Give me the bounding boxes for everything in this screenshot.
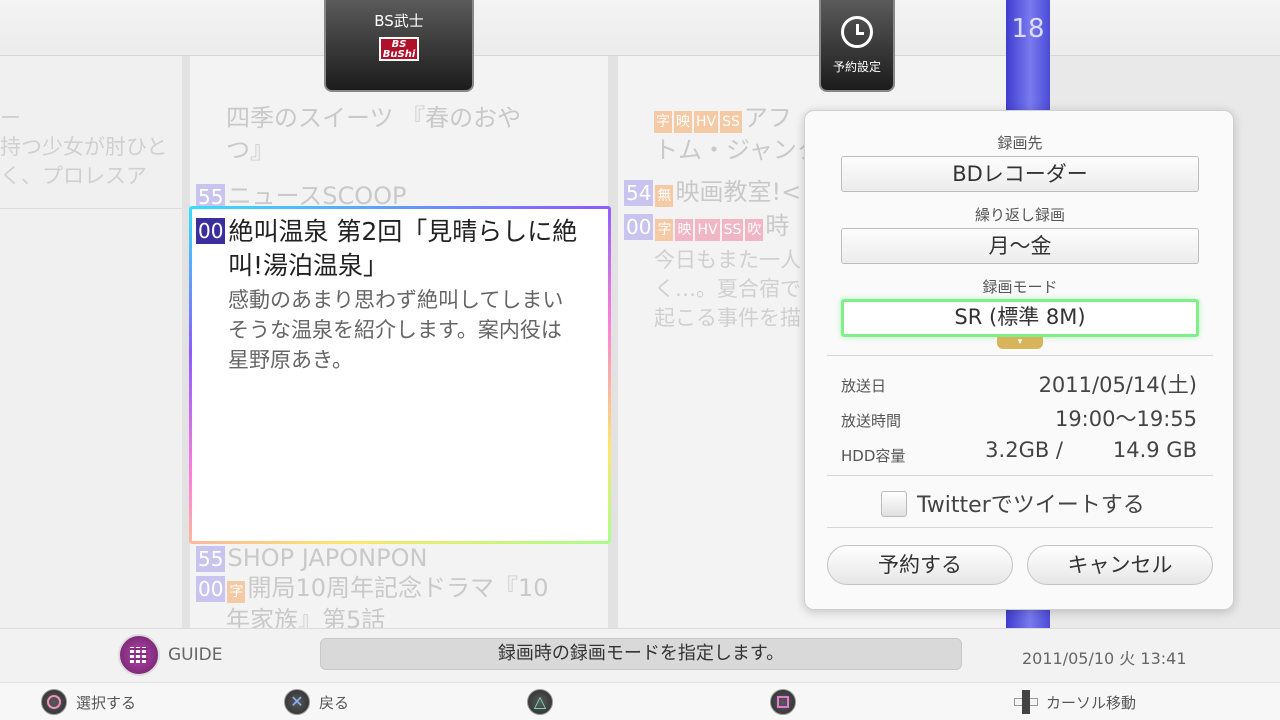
program-tag: 映 <box>675 219 694 241</box>
chevron-down-icon[interactable]: ▾ <box>997 337 1043 349</box>
program-title: アフ <box>743 104 792 132</box>
dpad-icon <box>1012 688 1040 716</box>
program-title: SHOP JAPONPON <box>227 544 428 572</box>
clock-icon <box>841 16 873 48</box>
grid-line <box>0 208 182 209</box>
program-start-minute: 54 <box>624 180 654 206</box>
reservation-settings-tab[interactable]: 予約設定 <box>819 0 895 92</box>
title-line: 叫!湯泊温泉」 <box>228 251 389 280</box>
program-start-minute: 00 <box>196 576 226 602</box>
broadcast-date-value: 2011/05/14(土) <box>1038 373 1197 397</box>
guide-label: GUIDE <box>168 645 223 665</box>
selected-program-description: 感動のあまり思わず絶叫してしまい そうな温泉を紹介します。案内役は 星野原あき。 <box>228 285 604 375</box>
program-start-minute: 55 <box>196 184 226 206</box>
repeat-recording-label: 繰り返し録画 <box>974 206 1065 224</box>
program-left-line: 持つ少女が肘ひと <box>0 135 168 159</box>
time-slot-label: 18 <box>1011 14 1045 44</box>
twitter-checkbox[interactable] <box>881 491 907 517</box>
cross-button-label: 戻る <box>319 694 350 712</box>
program-tag: 吹 <box>745 219 764 241</box>
program-tag: HV <box>694 111 719 133</box>
program-anniversary-drama[interactable]: 00 字開局10周年記念ドラマ『10 年家族』第5話 <box>196 572 606 628</box>
title-line: 絶叫温泉 第2回「見晴らしに絶 <box>228 217 578 246</box>
program-tag: SS <box>721 219 744 241</box>
program-sweets[interactable]: 四季のスイーツ 『春のおや つ』 <box>226 102 606 166</box>
channel-logo: BS BuShi <box>379 37 419 61</box>
cancel-button[interactable]: キャンセル <box>1027 545 1213 585</box>
description-line: 感動のあまり思わず絶叫してしまい <box>228 288 564 312</box>
cursor-move-label: カーソル移動 <box>1046 694 1137 712</box>
program-tag: 無 <box>655 185 674 207</box>
program-tag: 字 <box>227 581 246 603</box>
top-header-band <box>0 0 1280 56</box>
program-shop-japonpon[interactable]: 55 SHOP JAPONPON <box>196 542 606 574</box>
program-title: ニュースSCOOP <box>227 182 407 206</box>
hdd-used-value: 3.2GB / <box>985 438 1063 462</box>
description-line: そうな温泉を紹介します。案内役は <box>228 318 562 342</box>
twitter-checkbox-label[interactable]: Twitterでツイートする <box>917 487 1145 519</box>
program-title: 時 <box>765 212 790 240</box>
divider <box>827 475 1213 476</box>
program-title: 開局10周年記念ドラマ『10 <box>247 574 549 602</box>
status-message: 録画時の録画モードを指定します。 <box>320 638 962 670</box>
recording-mode-select[interactable]: SR (標準 8M) <box>841 299 1199 337</box>
selected-program-card[interactable]: 00 絶叫温泉 第2回「見晴らしに絶 叫!湯泊温泉」 感動のあまり思わず絶叫してし… <box>189 206 611 544</box>
recording-destination-select[interactable]: BDレコーダー <box>841 156 1199 192</box>
selected-program-title: 00 絶叫温泉 第2回「見晴らしに絶 <box>196 215 604 249</box>
reservation-tab-label: 予約設定 <box>832 60 881 74</box>
program-start-minute: 00 <box>196 218 226 244</box>
channel-name: BS武士 <box>374 12 424 30</box>
program-title: 年家族』第5話 <box>226 606 386 628</box>
program-tag: 映 <box>674 111 692 133</box>
reserve-button[interactable]: 予約する <box>827 545 1013 585</box>
recording-destination-label: 録画先 <box>997 134 1043 152</box>
program-start-minute: 00 <box>624 214 654 240</box>
circle-button-icon[interactable] <box>41 689 67 715</box>
channel-tab[interactable]: BS武士 BS BuShi <box>324 0 474 92</box>
description-line: 星野原あき。 <box>228 348 353 372</box>
program-tag: HV <box>695 219 720 241</box>
hdd-capacity-label: HDD容量 <box>841 447 906 465</box>
broadcast-time-value: 19:00～19:55 <box>1054 407 1197 431</box>
program-left-line: ー <box>0 106 21 130</box>
program-left-line: く、プロレスア <box>0 164 147 188</box>
repeat-recording-select[interactable]: 月～金 <box>841 228 1199 264</box>
broadcast-time-label: 放送時間 <box>841 412 902 430</box>
program-title: 映画教室!< <box>675 178 802 206</box>
program-start-minute: 55 <box>196 546 226 572</box>
program-title: つ』 <box>226 136 274 164</box>
circle-button-label: 選択する <box>76 694 137 712</box>
recording-mode-label: 録画モード <box>982 278 1058 296</box>
cross-button-icon[interactable]: ✕ <box>284 689 310 715</box>
hdd-total-value: 14.9 GB <box>1112 438 1197 462</box>
channel-logo-text: BuShi <box>382 49 416 60</box>
divider <box>827 355 1213 356</box>
program-left[interactable]: ー 持つ少女が肘ひと く、プロレスア <box>0 104 182 191</box>
triangle-button-icon[interactable]: △ <box>527 689 553 715</box>
square-button-icon[interactable] <box>770 689 796 715</box>
reservation-dialog: 録画先 BDレコーダー 繰り返し録画 月～金 録画モード SR (標準 8M) … <box>804 110 1234 610</box>
divider <box>827 527 1213 528</box>
guide-icon[interactable] <box>118 634 160 676</box>
program-tag: 字 <box>655 219 674 241</box>
program-tag: SS <box>720 111 742 133</box>
program-title: 四季のスイーツ 『春のおや <box>226 104 522 132</box>
program-news-scoop[interactable]: 55 ニュースSCOOP <box>196 180 606 206</box>
current-datetime: 2011/05/10 火 13:41 <box>1022 649 1187 668</box>
program-tag: 字 <box>654 111 672 133</box>
broadcast-date-label: 放送日 <box>841 377 887 395</box>
